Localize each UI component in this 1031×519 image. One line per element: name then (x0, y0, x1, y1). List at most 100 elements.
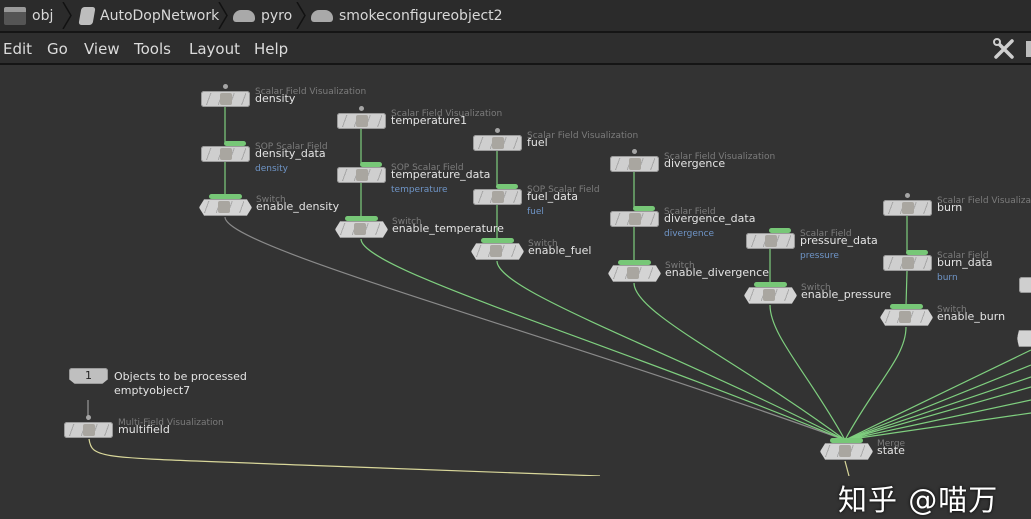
node-name-label[interactable]: enable_burn (937, 310, 1005, 323)
node-name-label[interactable]: state (877, 444, 905, 457)
display-flag[interactable] (618, 260, 651, 265)
display-flag[interactable] (224, 141, 246, 146)
partial-node[interactable] (1019, 277, 1031, 293)
node-state[interactable] (820, 443, 873, 460)
wire[interactable] (88, 438, 601, 476)
node-name-label[interactable]: enable_density (256, 200, 339, 213)
breadcrumb-autodopnetwork[interactable]: AutoDopNetwork (78, 0, 219, 31)
node-enable_divergence[interactable] (608, 265, 661, 282)
node-type-icon (902, 257, 914, 269)
wire-to-merge[interactable] (633, 282, 846, 441)
node-temperature_data[interactable] (337, 167, 386, 183)
node-enable_temperature[interactable] (335, 221, 388, 238)
wire-to-merge[interactable] (844, 399, 1031, 441)
node-type-icon (218, 201, 230, 213)
wire[interactable] (844, 460, 850, 476)
node-type-icon (356, 115, 368, 127)
node-fuel[interactable] (473, 135, 522, 151)
input-index: 1 (85, 369, 92, 382)
input-connector[interactable] (359, 106, 364, 111)
display-flag[interactable] (633, 206, 655, 211)
node-name-label[interactable]: density (255, 92, 295, 105)
menu-go[interactable]: Go (47, 40, 68, 58)
node-density[interactable] (201, 91, 250, 107)
node-comment: pressure (800, 251, 839, 261)
node-name-label[interactable]: temperature1 (391, 114, 467, 127)
partial-switch-node[interactable] (1017, 330, 1031, 347)
node-type-icon (902, 202, 914, 214)
clapperboard-icon (4, 6, 26, 25)
node-fuel_data[interactable] (473, 189, 522, 205)
display-flag[interactable] (890, 304, 923, 309)
menu-tools[interactable]: Tools (134, 40, 171, 58)
node-multifield[interactable] (64, 422, 113, 438)
wire-to-merge[interactable] (844, 376, 1031, 441)
node-burn_data[interactable] (883, 255, 932, 271)
node-name-label[interactable]: density_data (255, 147, 326, 160)
breadcrumb-obj[interactable]: obj (4, 0, 53, 31)
input-connector[interactable] (86, 415, 91, 420)
node-comment: divergence (664, 229, 715, 239)
node-name-label[interactable]: burn_data (937, 256, 993, 269)
menu-view[interactable]: View (84, 40, 120, 58)
wrench-screwdriver-icon[interactable] (993, 38, 1015, 60)
node-type-icon (220, 148, 232, 160)
display-flag[interactable] (769, 228, 791, 233)
node-type-icon (83, 424, 95, 436)
menu-bar: Edit Go View Tools Layout Help (0, 33, 1031, 65)
node-burn[interactable] (883, 200, 932, 216)
node-pressure_data[interactable] (746, 233, 795, 249)
node-name-label[interactable]: temperature_data (391, 168, 490, 181)
menu-edit[interactable]: Edit (3, 40, 32, 58)
node-name-label[interactable]: fuel_data (527, 190, 578, 203)
node-name-label[interactable]: fuel (527, 136, 548, 149)
display-flag[interactable] (481, 238, 514, 243)
node-name-label[interactable]: enable_pressure (801, 288, 891, 301)
display-flag[interactable] (830, 438, 863, 443)
breadcrumb-label: pyro (261, 7, 293, 24)
display-flag[interactable] (754, 282, 787, 287)
node-divergence[interactable] (610, 156, 659, 172)
node-density_data[interactable] (201, 146, 250, 162)
network-editor[interactable]: 1 Objects to be processed emptyobject7 S… (0, 65, 1031, 517)
node-divergence_data[interactable] (610, 211, 659, 227)
wire-to-merge[interactable] (496, 260, 846, 441)
input-connector[interactable] (223, 84, 228, 89)
input-node-label: Objects to be processed (114, 370, 247, 383)
node-comment: temperature (391, 185, 448, 195)
node-name-label[interactable]: enable_temperature (392, 222, 504, 235)
input-node[interactable]: 1 (69, 368, 108, 384)
node-type-icon (627, 267, 639, 279)
wire-to-merge[interactable] (769, 304, 846, 441)
display-flag[interactable] (209, 194, 242, 199)
display-flag[interactable] (496, 184, 518, 189)
input-connector[interactable] (495, 128, 500, 133)
node-name-label[interactable]: divergence_data (664, 212, 755, 225)
input-connector[interactable] (905, 193, 910, 198)
node-temperature1[interactable] (337, 113, 386, 129)
wire-to-merge[interactable] (844, 364, 1031, 441)
node-name-label[interactable]: burn (937, 201, 962, 214)
breadcrumb-pyro[interactable]: pyro (233, 0, 292, 31)
input-connector[interactable] (632, 149, 637, 154)
node-name-label[interactable]: enable_divergence (665, 266, 769, 279)
cloud-icon (311, 9, 333, 22)
toolbar-overflow-icon[interactable] (1026, 41, 1031, 57)
node-enable_density[interactable] (199, 199, 252, 216)
node-name-label[interactable]: divergence (664, 157, 725, 170)
node-name-label[interactable]: enable_fuel (528, 244, 591, 257)
node-name-label[interactable]: pressure_data (800, 234, 878, 247)
node-enable_burn[interactable] (880, 309, 933, 326)
display-flag[interactable] (345, 216, 378, 221)
breadcrumb-smokeconfigureobject2[interactable]: smokeconfigureobject2 (311, 0, 503, 31)
node-type-icon (492, 137, 504, 149)
wire-to-merge[interactable] (360, 238, 846, 441)
wire[interactable] (905, 270, 908, 307)
node-name-label[interactable]: multifield (118, 423, 170, 436)
menu-layout[interactable]: Layout (189, 40, 240, 58)
node-enable_pressure[interactable] (744, 287, 797, 304)
display-flag[interactable] (906, 250, 928, 255)
menu-help[interactable]: Help (254, 40, 288, 58)
display-flag[interactable] (360, 162, 382, 167)
node-enable_fuel[interactable] (471, 243, 524, 260)
